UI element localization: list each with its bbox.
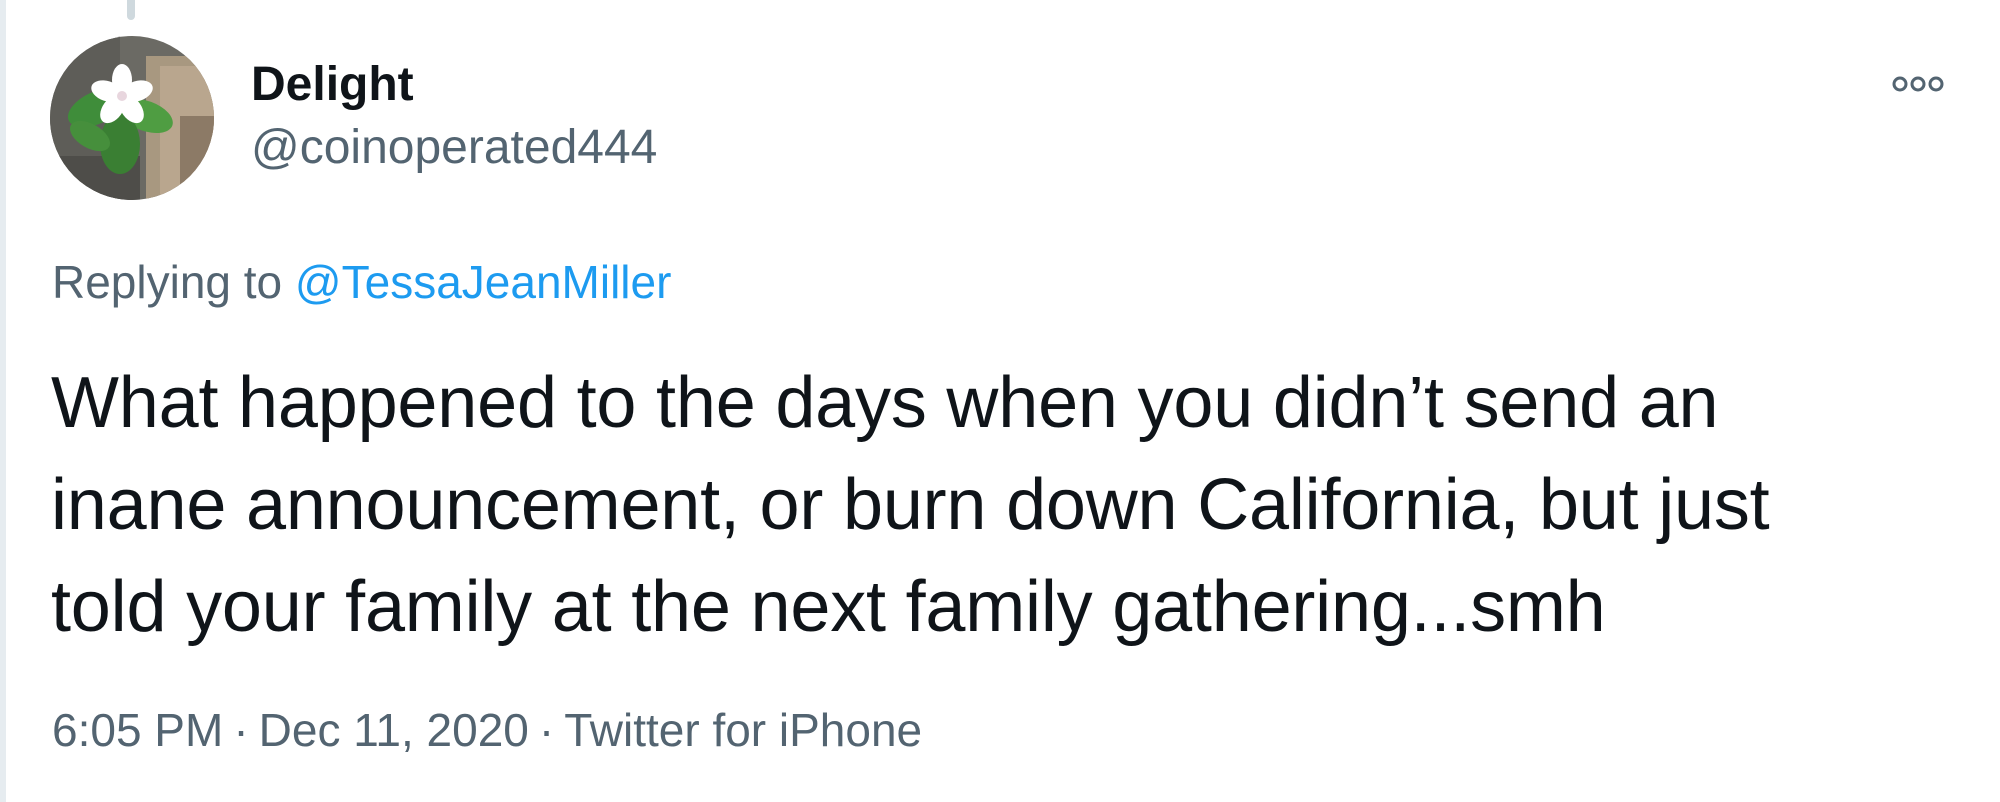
tweet-text-line: What happened to the days when you didn’…	[51, 363, 1719, 443]
replying-to-handle-link[interactable]: @TessaJeanMiller	[295, 256, 672, 308]
tweet-time-link[interactable]: 6:05 PM	[52, 704, 223, 756]
author-avatar[interactable]	[50, 36, 214, 200]
flower-avatar-icon	[50, 36, 214, 200]
author-handle[interactable]: @coinoperated444	[251, 118, 657, 178]
meta-separator: ·	[538, 704, 555, 756]
more-options-icon	[1892, 76, 1944, 92]
tweet-date-link[interactable]: Dec 11, 2020	[259, 704, 529, 756]
replying-to-label: Replying to	[52, 256, 283, 308]
tweet: Delight @coinoperated444 Replying to @Te…	[0, 0, 2000, 802]
tweet-metadata: 6:05 PM · Dec 11, 2020 · Twitter for iPhone	[52, 700, 922, 760]
replying-to-line: Replying to @TessaJeanMiller	[52, 252, 671, 312]
more-options-button[interactable]	[1888, 64, 1948, 104]
tweet-text-line: inane announcement, or burn down Califor…	[51, 465, 1770, 545]
author-display-name[interactable]: Delight	[251, 55, 414, 115]
tweet-text-line: told your family at the next family gath…	[51, 567, 1606, 647]
tweet-source-link[interactable]: Twitter for iPhone	[564, 704, 922, 756]
meta-separator: ·	[233, 704, 249, 756]
tweet-body-text: What happened to the days when you didn’…	[51, 352, 1961, 658]
